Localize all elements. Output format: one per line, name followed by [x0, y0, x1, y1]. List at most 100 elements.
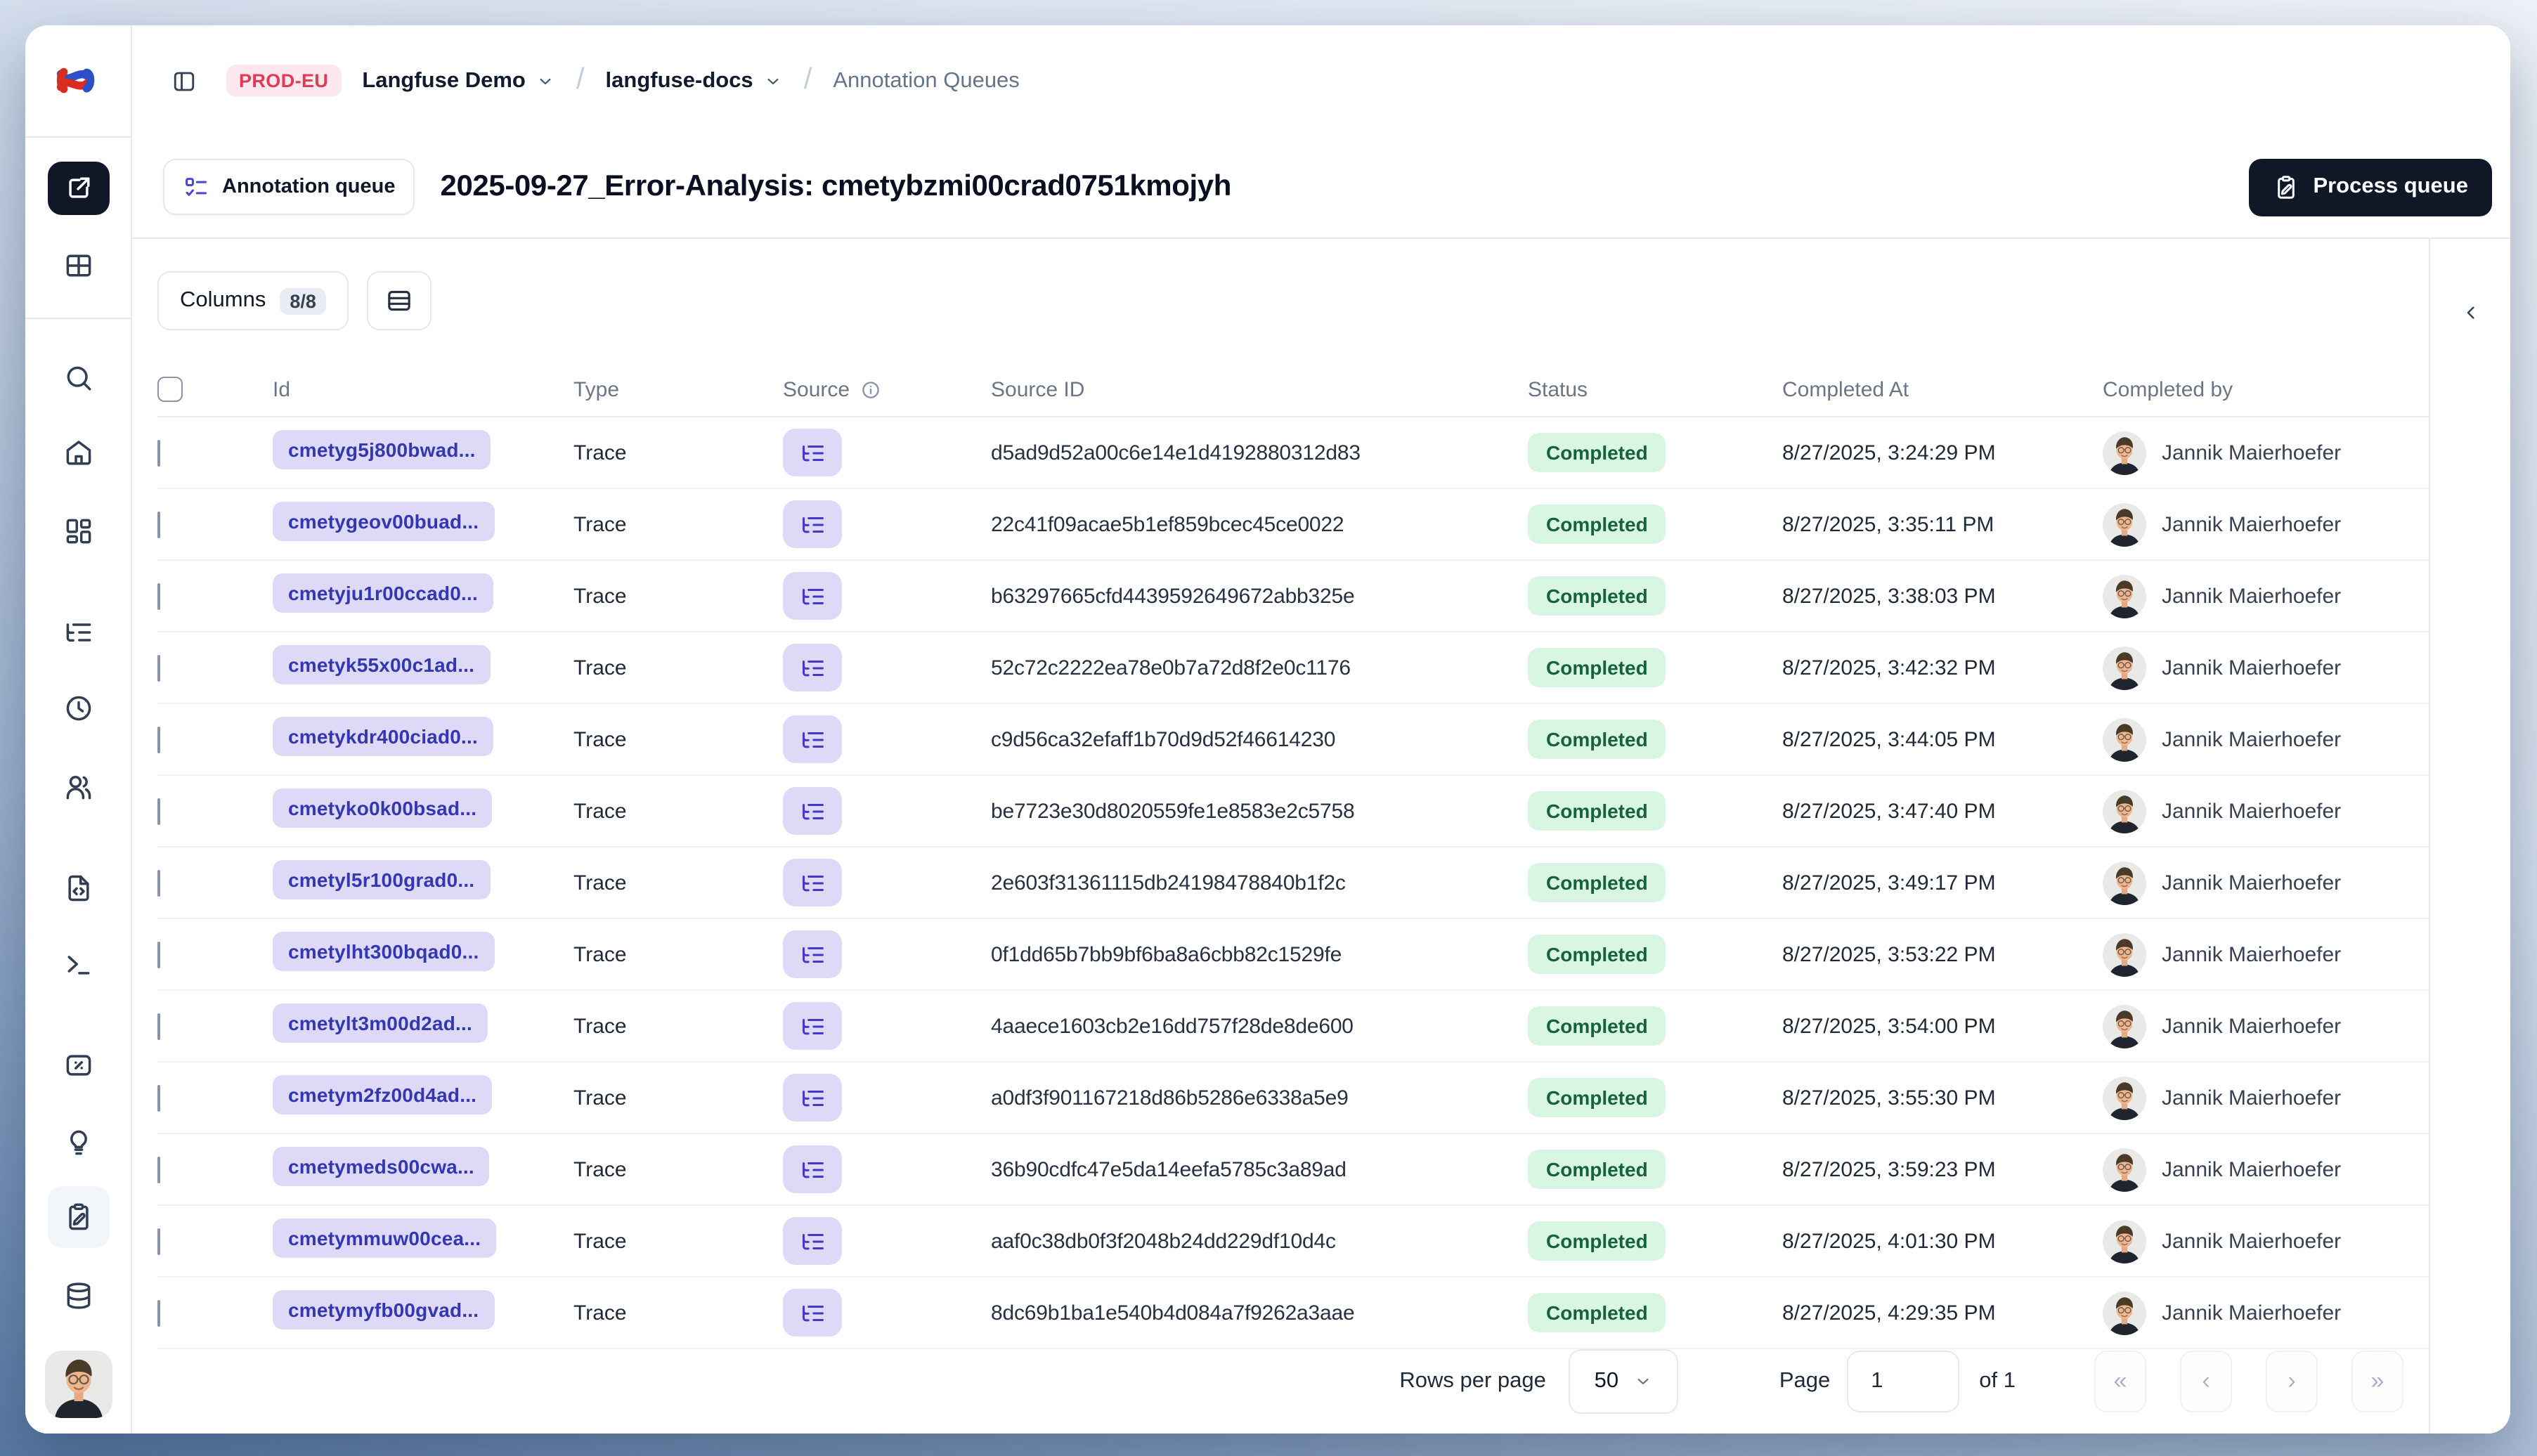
project-switcher[interactable]: langfuse-docs — [606, 68, 783, 93]
list-tree-icon — [799, 583, 826, 609]
breadcrumb-section[interactable]: Annotation Queues — [833, 68, 1019, 93]
row-checkbox[interactable] — [157, 1084, 160, 1111]
row-checkbox[interactable] — [157, 1228, 160, 1254]
source-trace-button[interactable] — [783, 644, 842, 691]
row-checkbox[interactable] — [157, 511, 160, 538]
info-icon[interactable] — [859, 379, 881, 400]
completed-at: 8/27/2025, 4:29:35 PM — [1782, 1301, 1996, 1325]
user-avatar — [2103, 1148, 2146, 1191]
table-header-row: Id Type Source Source ID Status Complete… — [157, 363, 2429, 417]
item-type: Trace — [573, 1014, 627, 1038]
completed-at: 8/27/2025, 3:55:30 PM — [1782, 1086, 1996, 1110]
columns-button[interactable]: Columns 8/8 — [157, 271, 349, 330]
sidebar-item-search[interactable] — [47, 350, 109, 406]
row-checkbox[interactable] — [157, 941, 160, 968]
table-row: cmetyk55x00c1ad... Trace 52c72c2222ea78e… — [157, 632, 2429, 704]
source-trace-button[interactable] — [783, 1002, 842, 1050]
sidebar-toggle-button[interactable] — [163, 60, 205, 102]
next-page-button[interactable]: › — [2266, 1351, 2318, 1412]
source-trace-button[interactable] — [783, 930, 842, 978]
row-checkbox[interactable] — [157, 1299, 160, 1326]
sidebar-item-table-grid[interactable] — [47, 238, 109, 294]
sidebar-item-annotation-queues[interactable] — [47, 1186, 109, 1248]
table-row: cmetylt3m00d2ad... Trace 4aaece1603cb2e1… — [157, 991, 2429, 1062]
completed-at: 8/27/2025, 3:47:40 PM — [1782, 799, 1996, 823]
table-toolbar: Columns 8/8 — [132, 239, 2429, 363]
source-trace-button[interactable] — [783, 429, 842, 476]
item-id-link[interactable]: cmetym2fz00d4ad... — [273, 1075, 493, 1114]
sidebar-item-dashboard[interactable] — [47, 503, 109, 559]
source-trace-button[interactable] — [783, 1074, 842, 1122]
status-badge: Completed — [1528, 1078, 1666, 1117]
source-trace-button[interactable] — [783, 572, 842, 620]
breadcrumb: PROD-EU Langfuse Demo / langfuse-docs / … — [132, 25, 2510, 136]
item-id-link[interactable]: cmetymyfb00gvad... — [273, 1290, 495, 1330]
row-checkbox[interactable] — [157, 583, 160, 609]
user-avatar — [2103, 574, 2146, 618]
completed-at: 8/27/2025, 3:42:32 PM — [1782, 656, 1996, 680]
row-checkbox[interactable] — [157, 1156, 160, 1183]
user-name: Jannik Maierhoefer — [2162, 1157, 2342, 1181]
source-trace-button[interactable] — [783, 1145, 842, 1193]
sidebar-item-trace-tree[interactable] — [47, 604, 109, 661]
sidebar-item-clock[interactable] — [47, 680, 109, 736]
item-id-link[interactable]: cmetylht300bqad0... — [273, 932, 495, 971]
row-checkbox[interactable] — [157, 726, 160, 753]
environment-badge: PROD-EU — [226, 65, 342, 97]
rows-per-page-select[interactable]: 50 — [1568, 1349, 1678, 1414]
item-type: Trace — [573, 1086, 627, 1110]
source-trace-button[interactable] — [783, 500, 842, 548]
source-trace-button[interactable] — [783, 859, 842, 906]
item-id-link[interactable]: cmetyko0k00bsad... — [273, 788, 493, 828]
item-id-link[interactable]: cmetyk55x00c1ad... — [273, 645, 491, 684]
item-id-link[interactable]: cmetylt3m00d2ad... — [273, 1003, 488, 1043]
select-all-checkbox[interactable] — [157, 377, 183, 402]
home-icon — [63, 437, 93, 468]
user-avatar — [2103, 1291, 2146, 1334]
sidebar-item-database[interactable] — [47, 1268, 109, 1324]
completed-at: 8/27/2025, 3:53:22 PM — [1782, 942, 1996, 966]
list-tree-icon — [799, 941, 826, 968]
user-name: Jannik Maierhoefer — [2162, 1229, 2342, 1253]
sidebar-item-users[interactable] — [47, 759, 109, 815]
user-avatar — [2103, 646, 2146, 689]
previous-page-button[interactable]: ‹ — [2180, 1351, 2232, 1412]
row-checkbox[interactable] — [157, 869, 160, 896]
item-id-link[interactable]: cmetygeov00buad... — [273, 502, 495, 541]
item-id-link[interactable]: cmetykdr400ciad0... — [273, 717, 493, 756]
sidebar-item-home[interactable] — [47, 424, 109, 481]
completed-at: 8/27/2025, 3:59:23 PM — [1782, 1157, 1996, 1181]
sidebar-item-lightbulb[interactable] — [47, 1114, 109, 1171]
last-page-button[interactable]: » — [2351, 1351, 2403, 1412]
user-avatar[interactable] — [44, 1351, 112, 1418]
item-id-link[interactable]: cmetymeds00cwa... — [273, 1147, 490, 1186]
completed-by: Jannik Maierhoefer — [2103, 502, 2429, 546]
sidebar-nav — [25, 138, 132, 1434]
process-queue-button[interactable]: Process queue — [2248, 158, 2492, 216]
source-trace-button[interactable] — [783, 787, 842, 835]
langfuse-logo[interactable] — [25, 25, 132, 136]
item-id-link[interactable]: cmetymmuw00cea... — [273, 1218, 497, 1258]
row-height-button[interactable] — [366, 271, 432, 330]
sidebar-item-evaluation[interactable] — [47, 1037, 109, 1093]
row-checkbox[interactable] — [157, 654, 160, 681]
row-checkbox[interactable] — [157, 439, 160, 466]
process-queue-label: Process queue — [2313, 174, 2468, 198]
sidebar-item-terminal[interactable] — [47, 936, 109, 992]
first-page-button[interactable]: « — [2094, 1351, 2146, 1412]
item-id-link[interactable]: cmetyju1r00ccad0... — [273, 573, 493, 613]
item-id-link[interactable]: cmetyg5j800bwad... — [273, 430, 491, 469]
expand-panel-button[interactable] — [2451, 292, 2490, 332]
source-trace-button[interactable] — [783, 1217, 842, 1265]
sidebar-item-file-code[interactable] — [47, 860, 109, 916]
row-checkbox[interactable] — [157, 798, 160, 824]
source-trace-button[interactable] — [783, 715, 842, 763]
users-icon — [63, 772, 93, 802]
org-switcher[interactable]: Langfuse Demo — [362, 68, 555, 93]
item-id-link[interactable]: cmetyl5r100grad0... — [273, 860, 491, 899]
sidebar-item-external-link[interactable] — [47, 162, 109, 215]
page-number-input[interactable]: 1 — [1847, 1351, 1960, 1412]
org-name: Langfuse Demo — [362, 68, 526, 92]
user-name: Jannik Maierhoefer — [2162, 799, 2342, 823]
row-checkbox[interactable] — [157, 1013, 160, 1039]
